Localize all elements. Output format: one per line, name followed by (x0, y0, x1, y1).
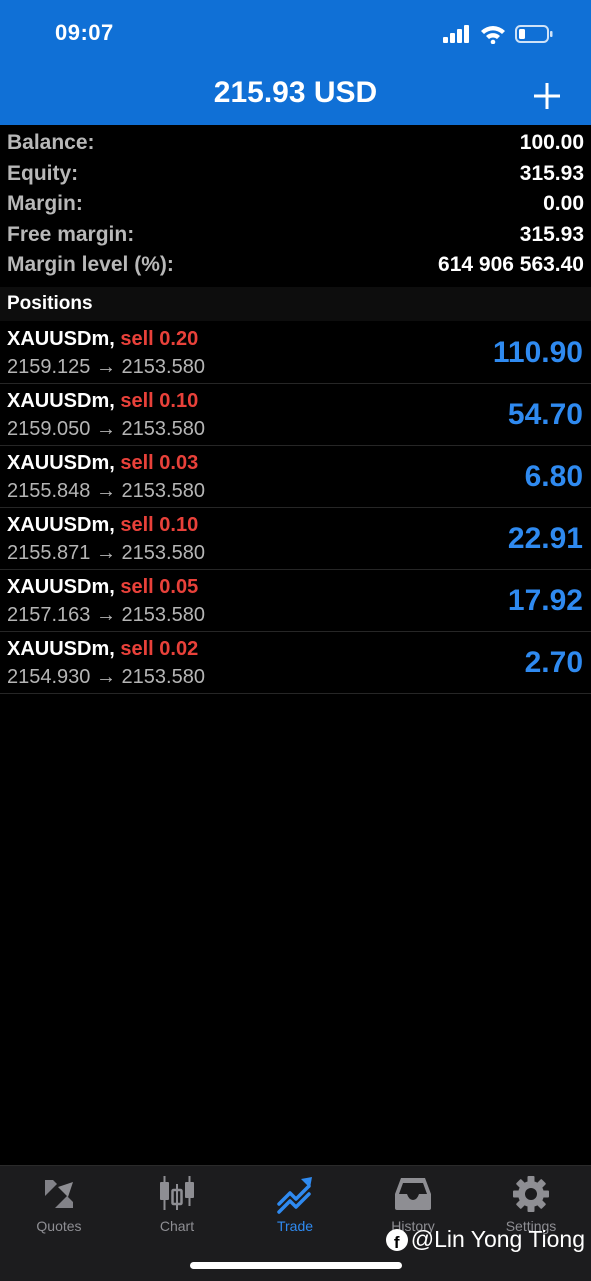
position-prices: 2159.050 → 2153.580 (7, 418, 205, 440)
positions-list: XAUUSDm, sell 0.20 2159.125 → 2153.580 1… (0, 322, 591, 694)
facebook-icon: f (385, 1228, 408, 1251)
margin-value: 0.00 (543, 192, 584, 216)
margin-level-label: Margin level (%): (7, 253, 174, 277)
position-symbol: XAUUSDm, (7, 390, 115, 412)
balance-row: Balance: 100.00 (0, 128, 591, 159)
position-row[interactable]: XAUUSDm, sell 0.10 2159.050 → 2153.580 5… (0, 384, 591, 446)
tab-trade[interactable]: Trade (236, 1174, 354, 1234)
equity-row: Equity: 315.93 (0, 159, 591, 190)
position-side: sell 0.10 (120, 390, 199, 412)
position-row[interactable]: XAUUSDm, sell 0.20 2159.125 → 2153.580 1… (0, 322, 591, 384)
position-profit: 110.90 (492, 336, 583, 369)
plus-icon (534, 83, 560, 109)
position-profit: 22.91 (507, 522, 583, 555)
balance-value: 100.00 (519, 131, 584, 155)
page-title: 215.93 USD (213, 76, 378, 109)
wifi-icon (481, 26, 505, 44)
tab-chart[interactable]: Chart (118, 1174, 236, 1234)
position-side: sell 0.02 (120, 638, 199, 660)
watermark-text: @Lin Yong Tiong (410, 1226, 585, 1252)
position-prices: 2155.848 → 2153.580 (7, 480, 205, 502)
position-profit: 17.92 (507, 584, 583, 617)
tab-label: Chart (159, 1218, 195, 1234)
position-row[interactable]: XAUUSDm, sell 0.10 2155.871 → 2153.580 2… (0, 508, 591, 570)
position-symbol-line: XAUUSDm, sell 0.10 (7, 390, 198, 413)
tab-settings[interactable]: Settings (472, 1174, 590, 1234)
candlestick-chart-icon (160, 1176, 194, 1210)
margin-row: Margin: 0.00 (0, 189, 591, 220)
position-row[interactable]: XAUUSDm, sell 0.03 2155.848 → 2153.580 6… (0, 446, 591, 508)
signal-icon (443, 25, 469, 43)
position-profit: 54.70 (507, 398, 583, 431)
balance-label: Balance: (7, 131, 95, 155)
position-symbol: XAUUSDm, (7, 638, 115, 660)
margin-level-row: Margin level (%): 614 906 563.40 (0, 250, 591, 281)
position-symbol-line: XAUUSDm, sell 0.10 (7, 514, 198, 537)
position-symbol: XAUUSDm, (7, 514, 115, 536)
free-margin-value: 315.93 (519, 222, 584, 246)
tab-label: Trade (276, 1218, 314, 1234)
tab-label: Quotes (36, 1218, 82, 1234)
position-symbol: XAUUSDm, (7, 576, 115, 598)
position-prices: 2154.930 → 2153.580 (7, 666, 205, 688)
account-summary: Balance: 100.00 Equity: 315.93 Margin: 0… (0, 128, 591, 281)
equity-label: Equity: (7, 161, 79, 185)
margin-level-value: 614 906 563.40 (438, 253, 584, 277)
positions-section-header: Positions (0, 287, 591, 321)
position-row[interactable]: XAUUSDm, sell 0.02 2154.930 → 2153.580 2… (0, 632, 591, 694)
position-prices: 2155.871 → 2153.580 (7, 542, 205, 564)
position-side: sell 0.03 (120, 452, 199, 474)
status-icons (443, 23, 553, 45)
position-prices: 2157.163 → 2153.580 (7, 604, 205, 626)
position-symbol-line: XAUUSDm, sell 0.20 (7, 328, 198, 351)
battery-icon (515, 25, 553, 43)
watermark: f @Lin Yong Tiong (385, 1226, 585, 1253)
trade-trend-icon (277, 1177, 312, 1214)
position-symbol-line: XAUUSDm, sell 0.02 (7, 638, 198, 661)
tab-quotes[interactable]: Quotes (0, 1174, 118, 1234)
position-prices: 2159.125 → 2153.580 (7, 356, 205, 378)
position-symbol: XAUUSDm, (7, 328, 115, 350)
history-inbox-icon (395, 1178, 431, 1210)
position-profit: 2.70 (524, 646, 583, 679)
status-time: 09:07 (55, 20, 114, 45)
add-button[interactable] (529, 78, 565, 114)
position-side: sell 0.20 (120, 328, 199, 350)
margin-label: Margin: (7, 192, 83, 216)
position-side: sell 0.05 (120, 576, 199, 598)
free-margin-row: Free margin: 315.93 (0, 220, 591, 251)
position-side: sell 0.10 (120, 514, 199, 536)
position-symbol: XAUUSDm, (7, 452, 115, 474)
equity-value: 315.93 (519, 161, 584, 185)
position-symbol-line: XAUUSDm, sell 0.03 (7, 452, 198, 475)
header-bar: 09:07 215.93 USD (0, 0, 591, 125)
tab-history[interactable]: History (354, 1174, 472, 1234)
positions-title: Positions (7, 293, 93, 314)
free-margin-label: Free margin: (7, 222, 135, 246)
position-row[interactable]: XAUUSDm, sell 0.05 2157.163 → 2153.580 1… (0, 570, 591, 632)
position-symbol-line: XAUUSDm, sell 0.05 (7, 576, 198, 599)
gear-icon (513, 1176, 549, 1212)
position-profit: 6.80 (524, 460, 583, 493)
quotes-arrows-icon (45, 1180, 73, 1208)
home-indicator[interactable] (190, 1262, 402, 1269)
